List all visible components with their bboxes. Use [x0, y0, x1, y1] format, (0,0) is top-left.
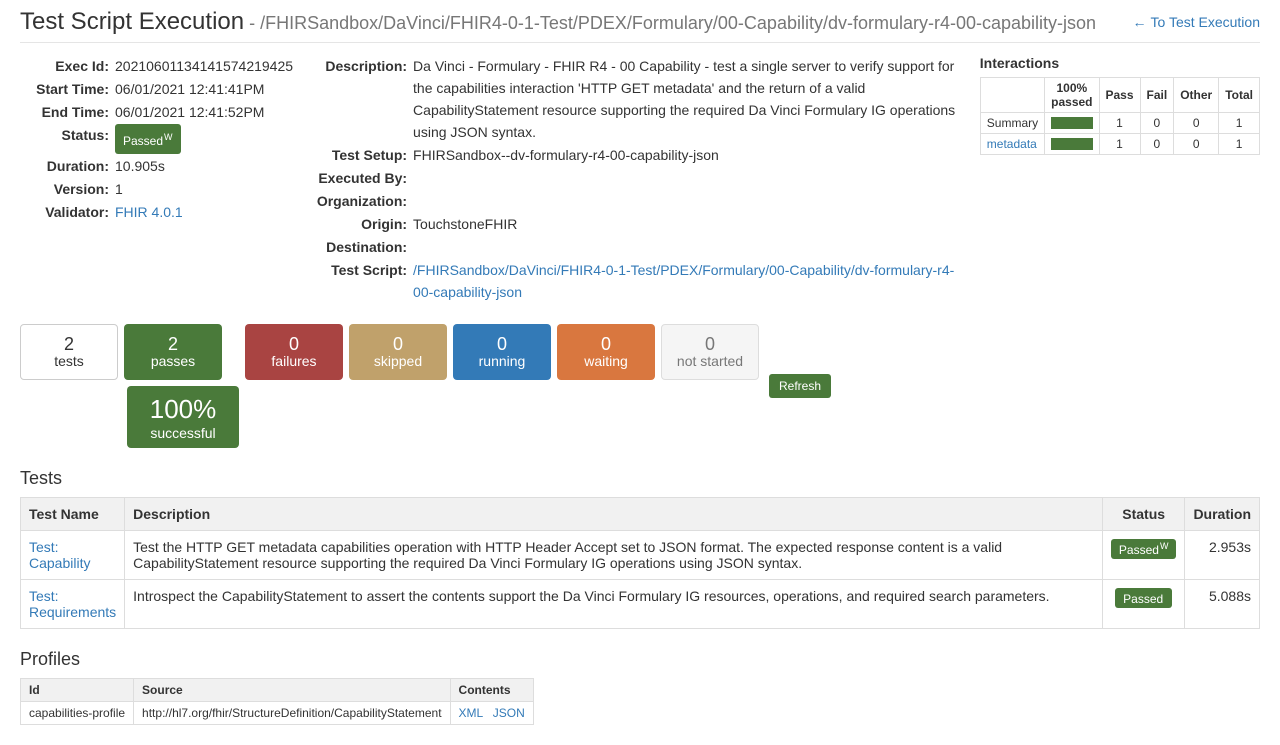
test-setup: FHIRSandbox--dv-formulary-r4-00-capabili…	[413, 144, 960, 166]
duration: 10.905s	[115, 155, 293, 177]
page-title: Test Script Execution - /FHIRSandbox/DaV…	[20, 8, 1096, 36]
description-column: Description:Da Vinci - Formulary - FHIR …	[313, 55, 960, 304]
back-to-test-execution-link[interactable]: ←To Test Execution	[1133, 14, 1260, 30]
executed-by	[413, 167, 960, 189]
status-badge: PassedW	[1111, 539, 1177, 559]
origin: TouchstoneFHIR	[413, 213, 960, 235]
stat-running[interactable]: 0 running	[453, 324, 551, 380]
interaction-metadata-link[interactable]: metadata	[987, 137, 1037, 151]
test-script-link[interactable]: /FHIRSandbox/DaVinci/FHIR4-0-1-Test/PDEX…	[413, 262, 954, 300]
arrow-left-icon: ←	[1133, 14, 1147, 30]
end-time: 06/01/2021 12:41:52PM	[115, 101, 293, 123]
validator-link[interactable]: FHIR 4.0.1	[115, 204, 183, 220]
tests-heading: Tests	[20, 468, 1260, 489]
destination	[413, 236, 960, 258]
interactions-column: Interactions 100% passed Pass Fail Other…	[980, 55, 1260, 304]
refresh-button[interactable]: Refresh	[769, 374, 831, 398]
progress-bar	[1051, 138, 1092, 150]
interactions-table: 100% passed Pass Fail Other Total Summar…	[980, 77, 1260, 155]
title-main: Test Script Execution	[20, 8, 244, 35]
table-row: capabilities-profile http://hl7.org/fhir…	[21, 702, 534, 725]
profile-json-link[interactable]: JSON	[493, 706, 525, 720]
table-row: Test: Requirements Introspect the Capabi…	[21, 580, 1260, 629]
test-capability-link[interactable]: Test: Capability	[29, 539, 90, 571]
progress-bar	[1051, 117, 1092, 129]
profile-xml-link[interactable]: XML	[459, 706, 483, 720]
status-badge: PassedW	[115, 124, 181, 154]
test-requirements-link[interactable]: Test: Requirements	[29, 588, 116, 620]
table-row: Summary 1 0 0 1	[980, 113, 1259, 134]
version: 1	[115, 178, 293, 200]
profiles-table: Id Source Contents capabilities-profile …	[20, 678, 534, 725]
exec-id: 20210601134141574219425	[115, 55, 293, 77]
stat-not-started[interactable]: 0 not started	[661, 324, 759, 380]
stat-skipped[interactable]: 0 skipped	[349, 324, 447, 380]
profiles-heading: Profiles	[20, 649, 1260, 670]
stats-row: 2 tests 2 passes 100% successful 0 failu…	[20, 324, 1260, 448]
meta-column: Exec Id:20210601134141574219425 Start Ti…	[20, 55, 293, 304]
tests-table: Test Name Description Status Duration Te…	[20, 497, 1260, 629]
stat-failures[interactable]: 0 failures	[245, 324, 343, 380]
stat-successful: 100% successful	[127, 386, 239, 448]
stat-passes[interactable]: 2 passes	[124, 324, 222, 380]
table-row: Test: Capability Test the HTTP GET metad…	[21, 531, 1260, 580]
title-sub: - /FHIRSandbox/DaVinci/FHIR4-0-1-Test/PD…	[244, 13, 1096, 33]
organization	[413, 190, 960, 212]
description: Da Vinci - Formulary - FHIR R4 - 00 Capa…	[413, 55, 960, 143]
interactions-heading: Interactions	[980, 55, 1260, 71]
stat-tests: 2 tests	[20, 324, 118, 380]
start-time: 06/01/2021 12:41:41PM	[115, 78, 293, 100]
table-row: metadata 1 0 0 1	[980, 134, 1259, 155]
stat-waiting[interactable]: 0 waiting	[557, 324, 655, 380]
status-badge: Passed	[1115, 588, 1172, 608]
